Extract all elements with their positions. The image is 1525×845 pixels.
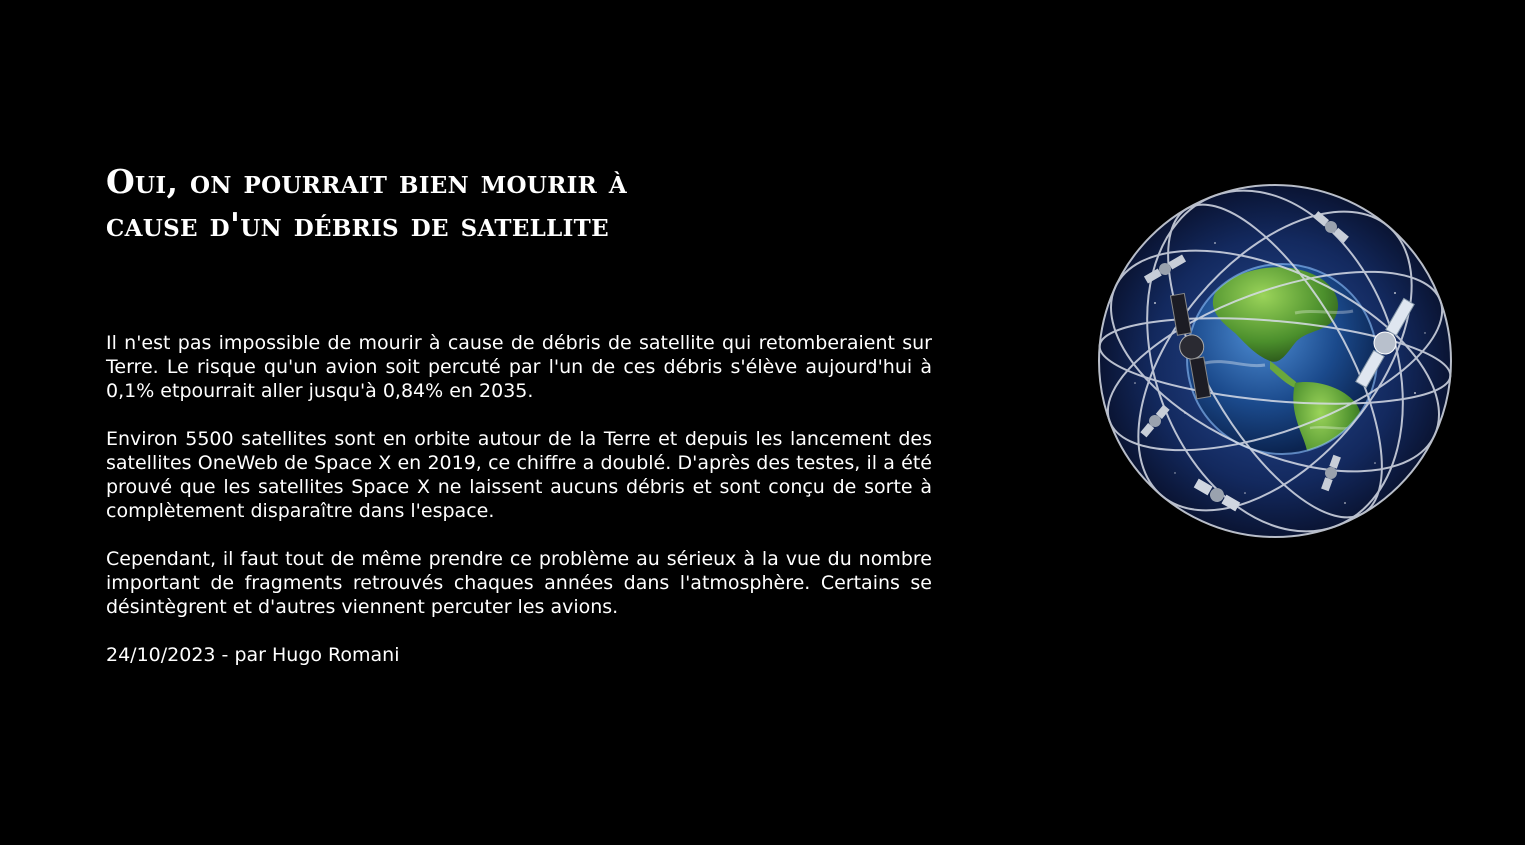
article-paragraph: Environ 5500 satellites sont en orbite a…	[106, 428, 932, 522]
article-title: Oui, on pourrait bien mourir à cause d'u…	[106, 160, 806, 246]
earth-satellites-illustration	[1095, 183, 1457, 539]
article-title-line-1: Oui, on pourrait bien mourir à	[106, 162, 628, 201]
article-paragraph: Cependant, il faut tout de même prendre …	[106, 548, 932, 618]
article-body: Il n'est pas impossible de mourir à caus…	[106, 331, 932, 667]
article-byline: 24/10/2023 - par Hugo Romani	[106, 644, 400, 666]
article-page: Oui, on pourrait bien mourir à cause d'u…	[0, 0, 1525, 845]
article-title-line-2: cause d'un débris de satellite	[106, 205, 609, 244]
earth-globe-icon	[1098, 184, 1452, 538]
article-paragraph: Il n'est pas impossible de mourir à caus…	[106, 332, 932, 402]
